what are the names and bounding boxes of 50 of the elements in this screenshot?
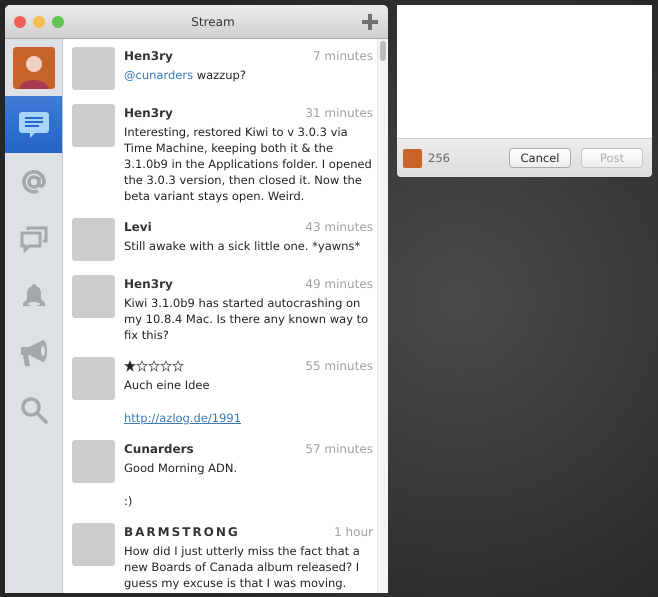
avatar-photo-placeholder[interactable] [72, 440, 115, 483]
scrollbar-thumb[interactable] [380, 41, 386, 61]
close-button[interactable] [14, 16, 26, 28]
author-name[interactable]: Hen3ry [124, 106, 173, 120]
post-text: Still awake with a sick little one. *yawns* [124, 238, 362, 254]
search-icon [20, 396, 48, 424]
avatar-photo-placeholder[interactable] [72, 218, 115, 261]
post-text: Good Morning ADN. [124, 460, 238, 476]
star-icon [124, 360, 136, 372]
post-time: 1 hour [334, 524, 373, 538]
post-time: 31 minutes [305, 106, 373, 120]
author-name[interactable]: BARMSTRONG [124, 524, 240, 538]
author-name[interactable]: Hen3ry [124, 48, 173, 62]
post-text: How did I just utterly miss the fact that a new Boards of Canada album released? I guess my excuse is that I was moving. [124, 543, 361, 591]
plus-icon[interactable] [362, 14, 378, 30]
post-time: 49 minutes [305, 276, 373, 290]
post-time: 57 minutes [305, 442, 373, 456]
post-time: 43 minutes [305, 220, 373, 234]
avatar-photo-placeholder[interactable] [72, 47, 115, 90]
mention-link[interactable]: @cunarders [124, 68, 194, 82]
star-icon [160, 360, 172, 372]
post-text: Auch eine Idee [124, 377, 211, 393]
author-name[interactable]: Hen3ry [124, 276, 173, 290]
post-text: :) [124, 493, 134, 509]
post-text: @cunarders wazzup? [124, 67, 247, 83]
author-name[interactable]: Levi [124, 220, 152, 234]
star-icon [172, 360, 184, 372]
composer-button[interactable]: Cancel [509, 148, 571, 168]
avatar-photo-placeholder [403, 148, 422, 168]
megaphone-icon [18, 338, 48, 368]
star-icon [148, 360, 160, 372]
avatar-photo-placeholder[interactable] [72, 523, 115, 566]
sidebar-item[interactable] [5, 96, 62, 153]
window-title: Stream [190, 14, 236, 28]
bell-icon [22, 282, 46, 308]
minimize-button[interactable] [33, 16, 45, 28]
url-link[interactable]: http://azlog.de/1991 [124, 411, 242, 425]
avatar-photo-placeholder[interactable] [72, 357, 115, 400]
avatar-photo-placeholder[interactable] [72, 104, 115, 147]
post-text: Interesting, restored Kiwi to v 3.0.3 via Time Machine, keeping both it & the 3.1.0b9 in the Applications folder. I opened the 3.0.3 version, then closed it. Now the beta variant stays open. Weird. [124, 124, 373, 204]
post-time: 55 minutes [305, 358, 373, 372]
chat-bubbles-icon [18, 224, 48, 252]
avatar-photo-placeholder[interactable] [72, 275, 115, 318]
star-icon [136, 360, 148, 372]
character-count: 256 [428, 151, 450, 165]
avatar-icon [12, 46, 54, 88]
post-text: Kiwi 3.1.0b9 has started autocrashing on my 10.8.4 Mac. Is there any known way to fix this? [124, 295, 370, 343]
author-name[interactable]: Cunarders [124, 442, 194, 456]
post-time: 7 minutes [312, 48, 373, 62]
zoom-button[interactable] [52, 16, 64, 28]
